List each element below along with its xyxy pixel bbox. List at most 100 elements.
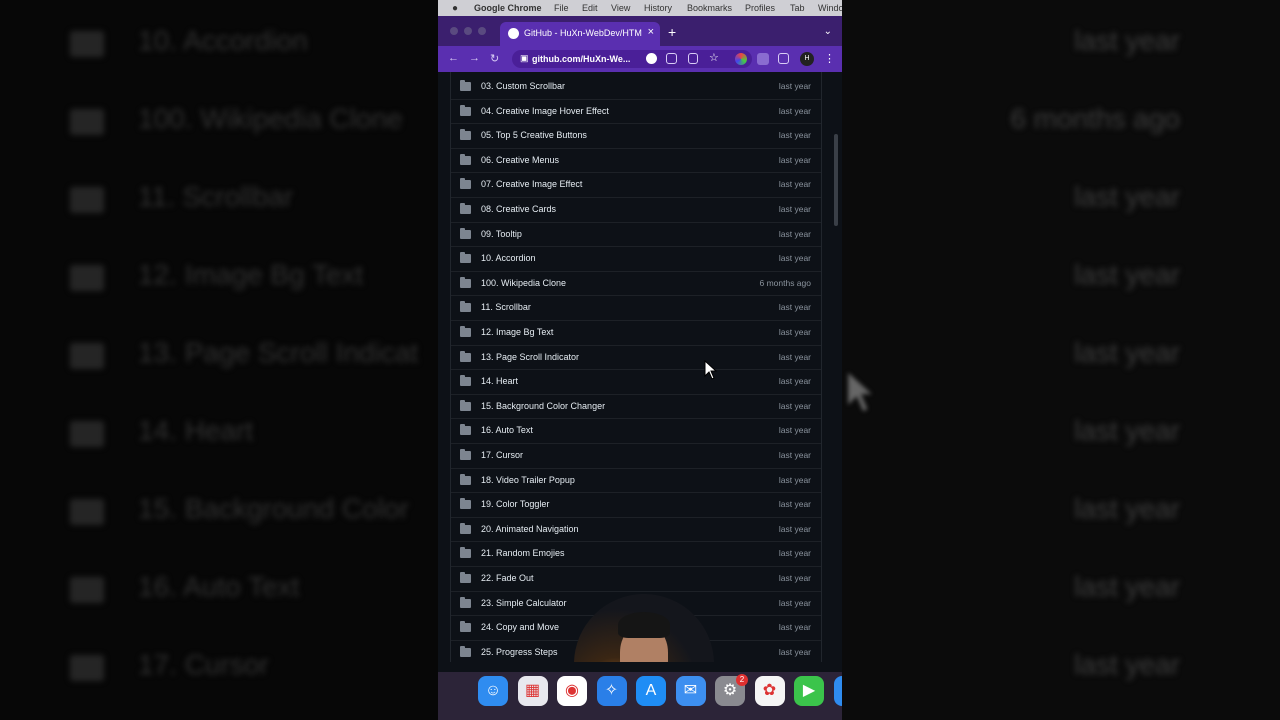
file-name-link[interactable]: 05. Top 5 Creative Buttons: [481, 130, 587, 140]
commit-date: last year: [778, 450, 811, 460]
file-row[interactable]: 13. Page Scroll Indicator last year: [451, 345, 821, 371]
dock-finder-icon[interactable]: ☺: [478, 676, 508, 706]
back-button[interactable]: ←: [448, 52, 459, 64]
side-panel-icon[interactable]: [778, 53, 789, 64]
presenter-hair: [618, 612, 670, 638]
forward-button[interactable]: →: [469, 52, 480, 64]
file-row[interactable]: 16. Auto Text last year: [451, 418, 821, 444]
dock-facetime-icon[interactable]: ▶: [794, 676, 824, 706]
folder-icon: [460, 129, 471, 141]
menu-file[interactable]: File: [554, 3, 569, 13]
dock-more-icon[interactable]: ☺: [833, 676, 842, 706]
file-name-link[interactable]: 17. Cursor: [481, 450, 523, 460]
tab-github[interactable]: GitHub - HuXn-WebDev/HTML ×: [500, 22, 660, 46]
menu-window[interactable]: Windo: [818, 3, 842, 13]
file-name-link[interactable]: 07. Creative Image Effect: [481, 179, 582, 189]
commit-date: last year: [778, 130, 811, 141]
file-row[interactable]: 20. Animated Navigation last year: [451, 517, 821, 543]
file-name-link[interactable]: 24. Copy and Move: [481, 622, 559, 632]
file-row[interactable]: 09. Tooltip last year: [451, 222, 821, 248]
file-row[interactable]: 10. Accordion last year: [451, 246, 821, 272]
google-lens-icon[interactable]: [646, 53, 657, 64]
dock-safari-icon[interactable]: ✧: [596, 676, 627, 706]
file-name-link[interactable]: 15. Background Color Changer: [481, 401, 605, 411]
dock-mail-icon[interactable]: ✉: [675, 676, 706, 706]
tab-title: GitHub - HuXn-WebDev/HTML: [524, 28, 642, 38]
folder-icon: [460, 252, 471, 264]
background-dim: [0, 0, 438, 720]
page-scrollbar[interactable]: [834, 134, 838, 226]
new-tab-button[interactable]: +: [668, 24, 676, 40]
app-name[interactable]: Google Chrome: [474, 3, 542, 13]
file-name-link[interactable]: 100. Wikipedia Clone: [481, 278, 566, 288]
file-row[interactable]: 08. Creative Cards last year: [451, 197, 821, 223]
file-name-link[interactable]: 21. Random Emojies: [481, 548, 565, 558]
menu-view[interactable]: View: [611, 3, 630, 13]
file-name-link[interactable]: 16. Auto Text: [481, 425, 533, 435]
lock-icon: ▣: [520, 53, 529, 63]
file-name-link[interactable]: 13. Page Scroll Indicator: [481, 352, 579, 362]
extensions-puzzle-icon[interactable]: [757, 53, 769, 65]
file-name-link[interactable]: 04. Creative Image Hover Effect: [481, 106, 609, 116]
file-name-link[interactable]: 10. Accordion: [481, 253, 536, 263]
share-icon[interactable]: [688, 53, 698, 64]
file-row[interactable]: 21. Random Emojies last year: [451, 541, 821, 567]
file-row[interactable]: 14. Heart last year: [451, 369, 821, 395]
dock-launchpad-icon[interactable]: ▦: [517, 676, 548, 706]
dock-chrome-icon[interactable]: ◉: [557, 676, 587, 706]
chrome-menu-icon[interactable]: ⋮: [824, 52, 835, 65]
file-name-link[interactable]: 20. Animated Navigation: [481, 524, 579, 534]
dock-photos-icon[interactable]: ✿: [754, 676, 785, 706]
file-row[interactable]: 17. Cursor last year: [451, 443, 821, 469]
file-row[interactable]: 15. Background Color Changer last year: [451, 394, 821, 420]
menu-edit[interactable]: Edit: [582, 3, 598, 13]
file-row[interactable]: 18. Video Trailer Popup last year: [451, 468, 821, 494]
file-row[interactable]: 05. Top 5 Creative Buttons last year: [451, 123, 821, 149]
file-name-link[interactable]: 18. Video Trailer Popup: [481, 475, 575, 485]
folder-icon: [460, 522, 471, 534]
file-row[interactable]: 100. Wikipedia Clone 6 months ago: [451, 271, 821, 297]
file-name-link[interactable]: 22. Fade Out: [481, 573, 534, 583]
dock-app-store-icon[interactable]: A: [636, 676, 666, 706]
file-row[interactable]: 03. Custom Scrollbar last year: [451, 74, 821, 100]
menu-bookmarks[interactable]: Bookmarks: [687, 3, 732, 13]
install-app-icon[interactable]: [666, 53, 677, 64]
file-name-link[interactable]: 14. Heart: [481, 376, 518, 386]
file-name-link[interactable]: 12. Image Bg Text: [481, 327, 553, 337]
tab-search-icon[interactable]: ⌄: [824, 26, 832, 37]
file-name-link[interactable]: 11. Scrollbar: [481, 302, 531, 312]
file-row[interactable]: 06. Creative Menus last year: [451, 148, 821, 174]
file-row[interactable]: 11. Scrollbar last year: [451, 295, 821, 321]
background-commit-date: last year: [1074, 493, 1180, 524]
folder-icon: [460, 301, 471, 313]
window-zoom-button[interactable]: [478, 27, 486, 35]
file-row[interactable]: 07. Creative Image Effect last year: [451, 172, 821, 198]
file-name-link[interactable]: 09. Tooltip: [481, 229, 522, 239]
commit-date: last year: [778, 81, 811, 91]
profile-avatar[interactable]: H: [800, 52, 814, 66]
window-minimize-button[interactable]: [464, 27, 472, 35]
mouse-pointer-icon: [704, 360, 718, 380]
menu-history[interactable]: History: [644, 3, 672, 13]
macos-menu-bar: ● Google Chrome File Edit View History B…: [438, 0, 842, 16]
commit-date: last year: [778, 573, 811, 583]
reload-button[interactable]: ↻: [490, 52, 499, 65]
file-name-link[interactable]: 19. Color Toggler: [481, 499, 549, 509]
commit-date: last year: [778, 154, 811, 165]
extension-color-icon[interactable]: [735, 53, 747, 65]
file-name-link[interactable]: 25. Progress Steps: [481, 647, 558, 657]
file-row[interactable]: 22. Fade Out last year: [451, 566, 821, 592]
bookmark-star-icon[interactable]: ☆: [709, 51, 721, 64]
file-name-link[interactable]: 03. Custom Scrollbar: [481, 81, 565, 91]
file-name-link[interactable]: 08. Creative Cards: [481, 204, 556, 214]
menu-profiles[interactable]: Profiles: [745, 3, 775, 13]
file-row[interactable]: 19. Color Toggler last year: [451, 492, 821, 518]
apple-icon[interactable]: ●: [452, 3, 458, 14]
file-name-link[interactable]: 23. Simple Calculator: [481, 598, 567, 608]
window-close-button[interactable]: [450, 27, 458, 35]
file-row[interactable]: 12. Image Bg Text last year: [451, 320, 821, 346]
file-row[interactable]: 04. Creative Image Hover Effect last year: [451, 99, 821, 125]
menu-tab[interactable]: Tab: [790, 3, 805, 13]
tab-close-icon[interactable]: ×: [648, 26, 654, 38]
file-name-link[interactable]: 06. Creative Menus: [481, 155, 559, 165]
